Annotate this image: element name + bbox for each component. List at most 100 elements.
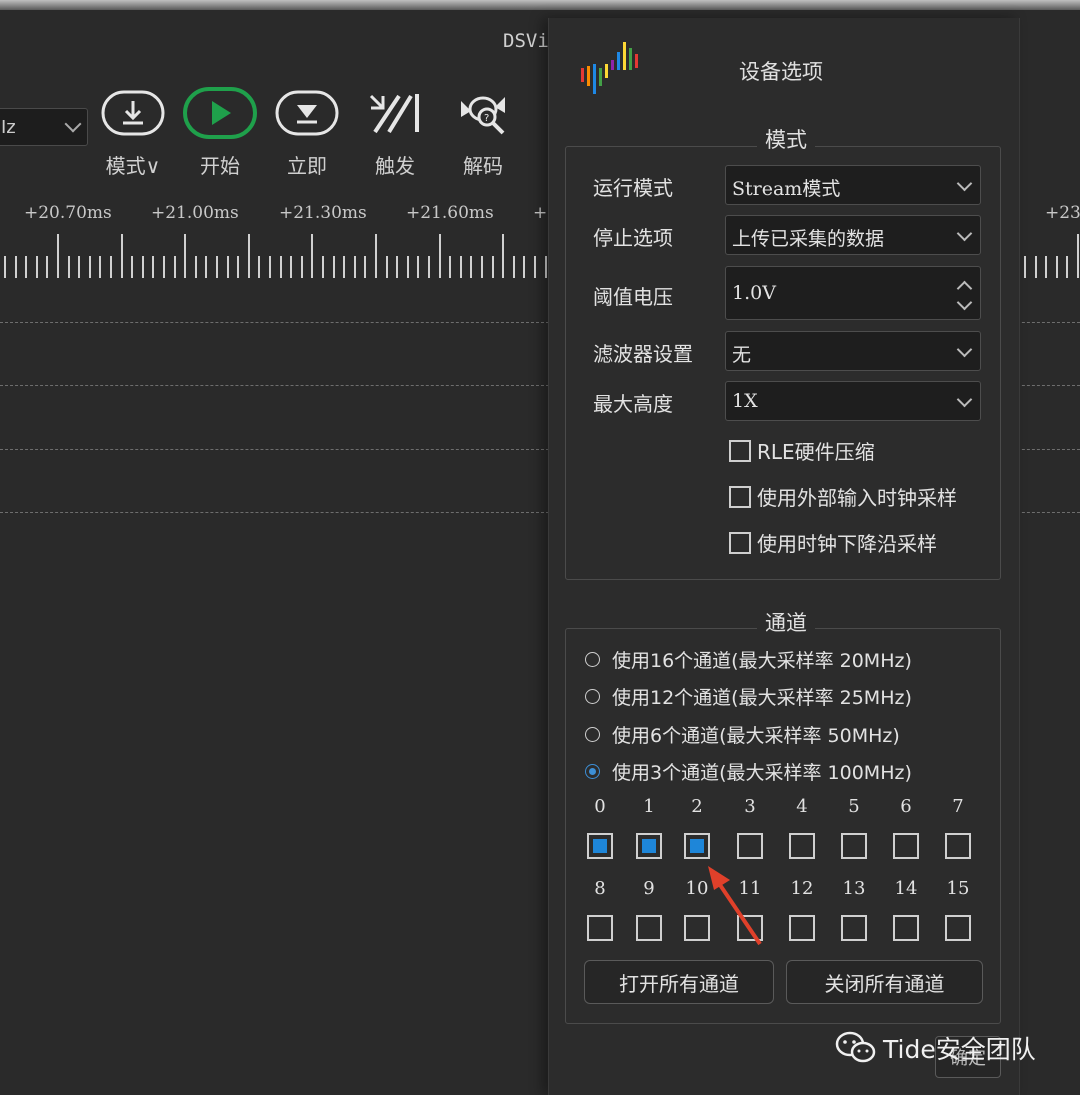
run-mode-value: Stream模式: [732, 178, 841, 200]
channel-number: 15: [946, 878, 970, 899]
channel-checkbox-8[interactable]: [587, 915, 613, 941]
chevron-down-icon: [956, 341, 973, 358]
instant-label: 立即: [287, 154, 327, 178]
radio-label: 使用16个通道(最大采样率 20MHz): [612, 650, 912, 672]
channel-checkbox-14[interactable]: [893, 915, 919, 941]
channel-checkbox-3[interactable]: [737, 833, 763, 859]
trigger-button[interactable]: 触发: [355, 86, 435, 179]
falling-edge-label: 使用时钟下降沿采样: [757, 532, 937, 556]
channel-checkbox-6[interactable]: [893, 833, 919, 859]
radio-button[interactable]: [585, 652, 600, 667]
ruler-tick: [279, 256, 282, 278]
channel-checkbox-5[interactable]: [841, 833, 867, 859]
ruler-ticks: [1018, 233, 1080, 278]
radio-button-selected[interactable]: [585, 764, 600, 779]
instant-button[interactable]: 立即: [267, 86, 347, 179]
channel-mode-radio-12[interactable]: 使用12个通道(最大采样率 25MHz): [585, 683, 912, 710]
channel-checkbox-0[interactable]: [587, 833, 613, 859]
ruler-tick: [67, 256, 70, 278]
ruler-tick: [1024, 256, 1026, 278]
channel-number: 1: [643, 796, 655, 817]
checkbox-box[interactable]: [729, 439, 751, 462]
ruler-tick: [131, 256, 134, 278]
checkbox-box[interactable]: [729, 531, 751, 554]
open-all-channels-button[interactable]: 打开所有通道: [584, 960, 774, 1004]
ruler-tick: [184, 234, 187, 278]
chevron-down-icon: [956, 225, 973, 242]
filter-select[interactable]: 无: [725, 331, 981, 371]
ruler-tick: [194, 256, 197, 278]
threshold-label: 阈值电压: [593, 285, 673, 309]
ruler-tick: [311, 234, 314, 278]
sample-rate-value: Iz: [1, 117, 16, 138]
radio-label: 使用6个通道(最大采样率 50MHz): [612, 725, 900, 747]
ruler-tick: [205, 256, 208, 278]
channel-number: 8: [594, 878, 606, 899]
mode-group-title: 模式: [757, 124, 815, 154]
watermark: Tide安全团队: [835, 1030, 1036, 1066]
mode-button[interactable]: 模式∨: [93, 86, 173, 179]
radio-label: 使用12个通道(最大采样率 25MHz): [612, 687, 912, 709]
radio-button[interactable]: [585, 689, 600, 704]
ruler-tick: [343, 256, 346, 278]
ruler-tick: [110, 256, 112, 278]
filter-value: 无: [732, 344, 752, 366]
ruler-tick: [216, 256, 218, 278]
channel-mode-radio-3[interactable]: 使用3个通道(最大采样率 100MHz): [585, 758, 912, 785]
ruler-tick: [375, 234, 377, 278]
decode-button[interactable]: ? 解码: [443, 86, 523, 179]
stop-option-label: 停止选项: [593, 226, 673, 250]
external-clock-label: 使用外部输入时钟采样: [757, 486, 957, 510]
spin-down-icon[interactable]: [956, 294, 973, 311]
channel-checkbox-2[interactable]: [684, 833, 710, 859]
ruler-tick: [534, 256, 536, 278]
download-icon: [93, 86, 173, 140]
external-clock-checkbox[interactable]: 使用外部输入时钟采样: [729, 482, 957, 511]
start-button[interactable]: 开始: [180, 86, 260, 179]
ruler-ticks: [0, 233, 548, 278]
stop-option-select[interactable]: 上传已采集的数据: [725, 215, 981, 255]
ruler-tick: [459, 256, 462, 278]
ruler-tick: [78, 256, 81, 278]
close-all-channels-button[interactable]: 关闭所有通道: [786, 960, 983, 1004]
channel-mode-radio-6[interactable]: 使用6个通道(最大采样率 50MHz): [585, 721, 900, 748]
channel-number: 9: [643, 878, 655, 899]
max-height-select[interactable]: 1X: [725, 381, 981, 421]
channel-number: 4: [796, 796, 808, 817]
channel-checkbox-7[interactable]: [945, 833, 971, 859]
ruler-tick: [481, 256, 483, 278]
ruler-tick: [470, 256, 473, 278]
run-mode-select[interactable]: Stream模式: [725, 165, 981, 205]
ruler-tick: [322, 256, 324, 278]
ruler-tick: [88, 256, 91, 278]
ruler-tick: [364, 256, 367, 278]
ruler-label: +21.00ms: [151, 203, 239, 223]
filter-label: 滤波器设置: [593, 342, 693, 366]
checkbox-box[interactable]: [729, 485, 751, 508]
instant-icon: [267, 86, 347, 140]
sample-rate-select[interactable]: Iz: [0, 108, 88, 146]
dsview-logo: [581, 38, 653, 102]
radio-button[interactable]: [585, 727, 600, 742]
rle-compression-checkbox[interactable]: RLE硬件压缩: [729, 436, 875, 465]
chevron-down-icon: [956, 175, 973, 192]
threshold-spinbox[interactable]: 1.0V: [725, 266, 981, 320]
channel-checkbox-15[interactable]: [945, 915, 971, 941]
ruler-tick: [449, 256, 452, 278]
channel-checkbox-9[interactable]: [636, 915, 662, 941]
channel-mode-radio-16[interactable]: 使用16个通道(最大采样率 20MHz): [585, 646, 912, 673]
channel-checkbox-4[interactable]: [789, 833, 815, 859]
channel-number: 3: [744, 796, 756, 817]
chevron-down-icon: [64, 115, 82, 133]
ruler-tick: [152, 256, 155, 278]
channel-checkbox-12[interactable]: [789, 915, 815, 941]
mode-label: 模式∨: [105, 154, 161, 178]
max-height-label: 最大高度: [593, 392, 673, 416]
falling-edge-checkbox[interactable]: 使用时钟下降沿采样: [729, 528, 937, 557]
channel-checkbox-13[interactable]: [841, 915, 867, 941]
ruler-tick: [406, 256, 409, 278]
decode-icon: ?: [443, 86, 523, 140]
play-icon: [180, 86, 260, 140]
channel-checkbox-1[interactable]: [636, 833, 662, 859]
device-options-dialog: 设备选项 模式 运行模式 Stream模式 停止选项 上传已采集的数据 阈值电压…: [548, 18, 1020, 1095]
